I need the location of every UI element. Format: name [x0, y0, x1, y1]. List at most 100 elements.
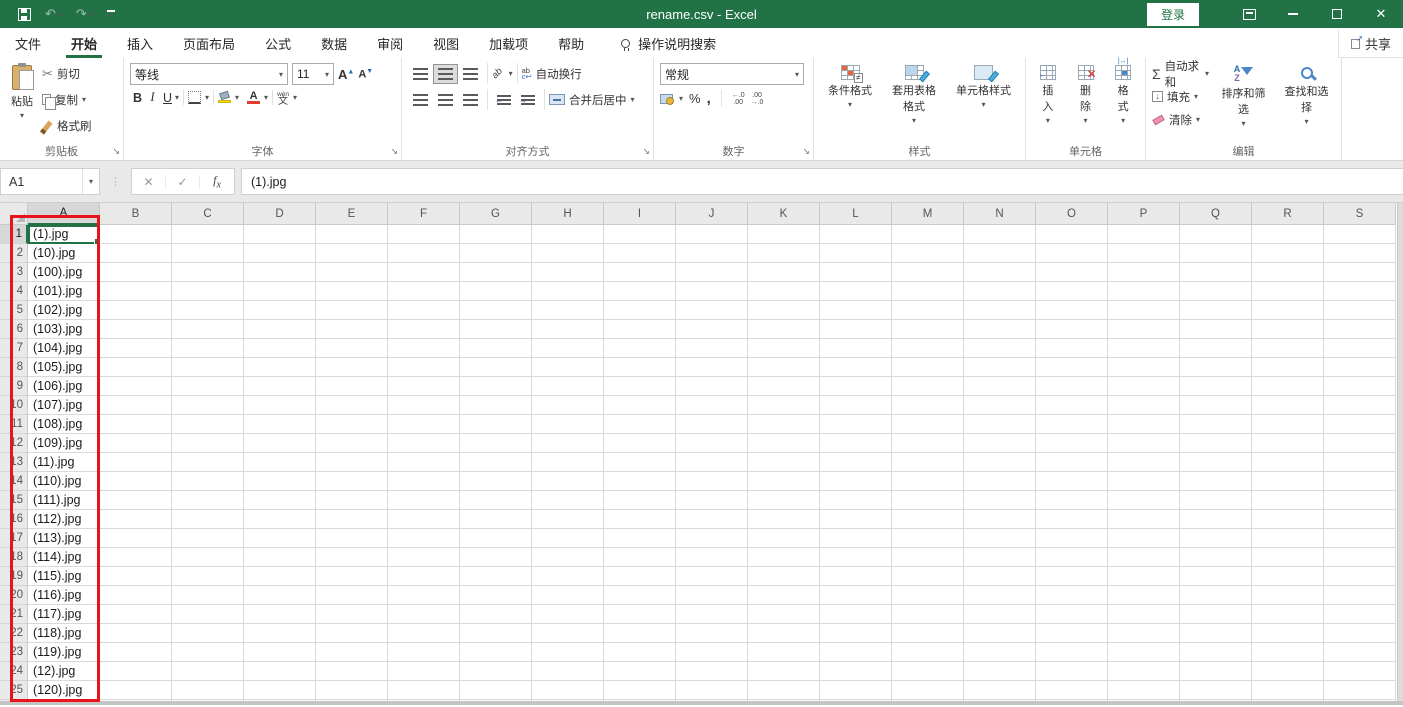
cell-Q1[interactable] — [1180, 225, 1252, 244]
cell-E4[interactable] — [316, 282, 388, 301]
format-cells-button[interactable]: |↔| 格式 ▾ — [1107, 58, 1139, 141]
cell-K19[interactable] — [748, 567, 820, 586]
cell-F21[interactable] — [388, 605, 460, 624]
select-all-corner[interactable] — [0, 203, 28, 225]
cell-R25[interactable] — [1252, 681, 1324, 700]
cell-E23[interactable] — [316, 643, 388, 662]
cell-P23[interactable] — [1108, 643, 1180, 662]
cell-N9[interactable] — [964, 377, 1036, 396]
cell-N7[interactable] — [964, 339, 1036, 358]
copy-button[interactable]: 复制 ▾ — [42, 89, 92, 110]
cell-Q16[interactable] — [1180, 510, 1252, 529]
cell-O3[interactable] — [1036, 263, 1108, 282]
cell-A6[interactable]: (103).jpg — [28, 320, 100, 339]
column-header-O[interactable]: O — [1036, 203, 1108, 225]
cell-I22[interactable] — [604, 624, 676, 643]
row-header-5[interactable]: 5 — [0, 301, 28, 320]
cell-K5[interactable] — [748, 301, 820, 320]
dialog-launcher-icon[interactable]: ↘ — [802, 146, 810, 157]
cell-I6[interactable] — [604, 320, 676, 339]
cell-B25[interactable] — [100, 681, 172, 700]
dialog-launcher-icon[interactable]: ↘ — [112, 146, 120, 157]
cell-Q8[interactable] — [1180, 358, 1252, 377]
column-header-F[interactable]: F — [388, 203, 460, 225]
cell-N10[interactable] — [964, 396, 1036, 415]
cell-B16[interactable] — [100, 510, 172, 529]
row-header-17[interactable]: 17 — [0, 529, 28, 548]
cell-H9[interactable] — [532, 377, 604, 396]
cell-N21[interactable] — [964, 605, 1036, 624]
cell-G12[interactable] — [460, 434, 532, 453]
cell-P13[interactable] — [1108, 453, 1180, 472]
cell-S24[interactable] — [1324, 662, 1396, 681]
cell-B24[interactable] — [100, 662, 172, 681]
undo-button[interactable]: ↶ ▾ — [45, 6, 62, 22]
cell-O12[interactable] — [1036, 434, 1108, 453]
cell-Q6[interactable] — [1180, 320, 1252, 339]
cell-R24[interactable] — [1252, 662, 1324, 681]
cell-H8[interactable] — [532, 358, 604, 377]
cell-A16[interactable]: (112).jpg — [28, 510, 100, 529]
cell-O21[interactable] — [1036, 605, 1108, 624]
cell-E3[interactable] — [316, 263, 388, 282]
cell-G20[interactable] — [460, 586, 532, 605]
cell-M9[interactable] — [892, 377, 964, 396]
cell-F14[interactable] — [388, 472, 460, 491]
cell-M6[interactable] — [892, 320, 964, 339]
cell-N22[interactable] — [964, 624, 1036, 643]
cell-D5[interactable] — [244, 301, 316, 320]
row-header-14[interactable]: 14 — [0, 472, 28, 491]
cell-R12[interactable] — [1252, 434, 1324, 453]
cell-K2[interactable] — [748, 244, 820, 263]
cell-G14[interactable] — [460, 472, 532, 491]
cell-I21[interactable] — [604, 605, 676, 624]
cell-Q13[interactable] — [1180, 453, 1252, 472]
cell-E17[interactable] — [316, 529, 388, 548]
cell-S8[interactable] — [1324, 358, 1396, 377]
cell-K3[interactable] — [748, 263, 820, 282]
align-center-icon[interactable] — [433, 90, 458, 110]
cell-D2[interactable] — [244, 244, 316, 263]
cell-P25[interactable] — [1108, 681, 1180, 700]
cell-H24[interactable] — [532, 662, 604, 681]
cell-Q9[interactable] — [1180, 377, 1252, 396]
cell-F1[interactable] — [388, 225, 460, 244]
cell-A24[interactable]: (12).jpg — [28, 662, 100, 681]
cell-L6[interactable] — [820, 320, 892, 339]
cell-B4[interactable] — [100, 282, 172, 301]
cell-I2[interactable] — [604, 244, 676, 263]
column-header-Q[interactable]: Q — [1180, 203, 1252, 225]
cell-K23[interactable] — [748, 643, 820, 662]
cell-E21[interactable] — [316, 605, 388, 624]
cell-S6[interactable] — [1324, 320, 1396, 339]
orientation-icon[interactable]: ab — [490, 66, 505, 81]
find-select-button[interactable]: 查找和选择 ▾ — [1278, 63, 1335, 141]
cell-B9[interactable] — [100, 377, 172, 396]
cell-R21[interactable] — [1252, 605, 1324, 624]
cell-S10[interactable] — [1324, 396, 1396, 415]
cell-M18[interactable] — [892, 548, 964, 567]
cell-M15[interactable] — [892, 491, 964, 510]
cell-A5[interactable]: (102).jpg — [28, 301, 100, 320]
cell-H2[interactable] — [532, 244, 604, 263]
cell-I5[interactable] — [604, 301, 676, 320]
cell-N1[interactable] — [964, 225, 1036, 244]
cell-L10[interactable] — [820, 396, 892, 415]
cell-I13[interactable] — [604, 453, 676, 472]
cell-P10[interactable] — [1108, 396, 1180, 415]
cell-L3[interactable] — [820, 263, 892, 282]
cell-G4[interactable] — [460, 282, 532, 301]
cell-A23[interactable]: (119).jpg — [28, 643, 100, 662]
cell-O1[interactable] — [1036, 225, 1108, 244]
row-header-22[interactable]: 22 — [0, 624, 28, 643]
underline-icon[interactable]: U — [160, 91, 175, 105]
cell-S20[interactable] — [1324, 586, 1396, 605]
cell-E15[interactable] — [316, 491, 388, 510]
cell-E16[interactable] — [316, 510, 388, 529]
cell-O7[interactable] — [1036, 339, 1108, 358]
cell-Q21[interactable] — [1180, 605, 1252, 624]
cell-F9[interactable] — [388, 377, 460, 396]
cell-Q2[interactable] — [1180, 244, 1252, 263]
cell-M14[interactable] — [892, 472, 964, 491]
cell-A20[interactable]: (116).jpg — [28, 586, 100, 605]
